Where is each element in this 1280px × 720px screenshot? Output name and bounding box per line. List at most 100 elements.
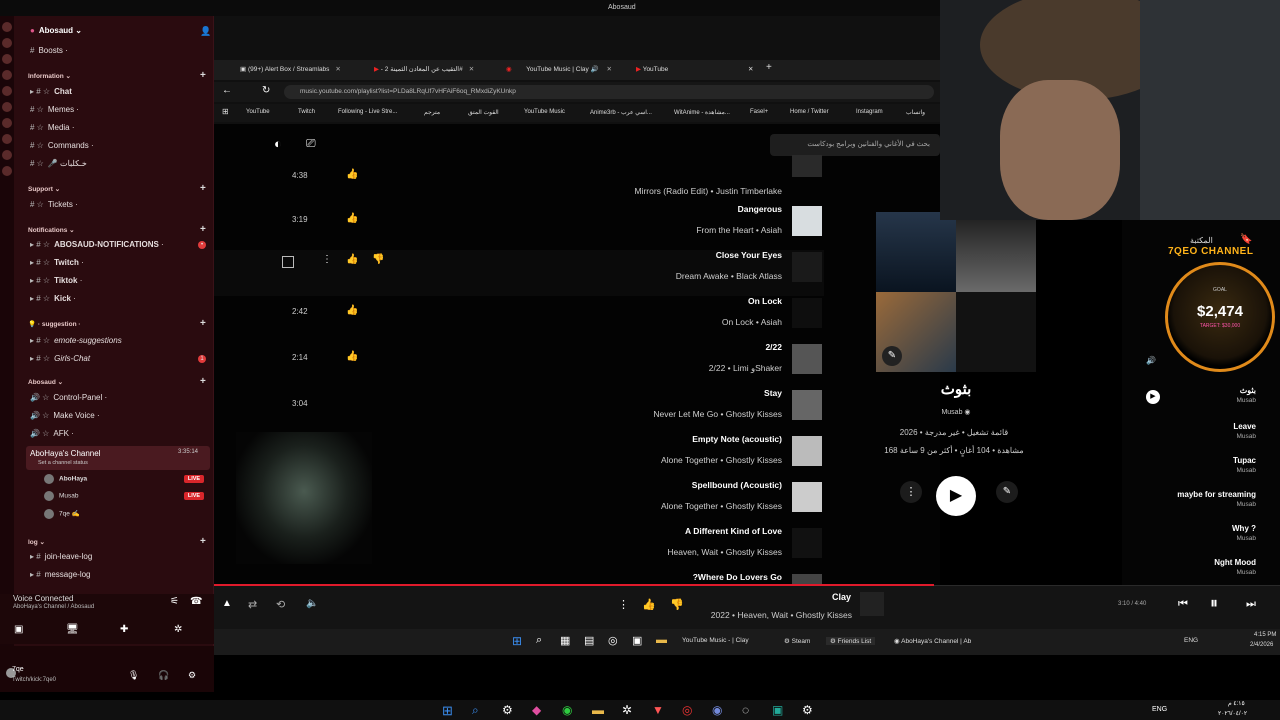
store-icon[interactable]: ▤ xyxy=(584,634,594,647)
previous-icon[interactable]: ⏮ xyxy=(1178,598,1188,611)
track-row-hovered[interactable]: ⋮ 👍 👎 Close Your Eyes Dream Awake • Blac… xyxy=(214,250,824,296)
server-icon[interactable] xyxy=(2,102,12,112)
bookmark[interactable]: Home / Twitter xyxy=(790,109,829,115)
bookmark[interactable]: Instagram xyxy=(856,109,883,115)
server-icon[interactable] xyxy=(2,38,12,48)
library-item[interactable]: Tupac Musab xyxy=(1233,456,1256,474)
shuffle-icon[interactable]: ⇄ xyxy=(248,598,257,611)
mic-icon[interactable]: 🎙 xyxy=(128,670,139,681)
new-tab-icon[interactable]: + xyxy=(766,62,772,73)
category-log[interactable]: log ⌄ + xyxy=(28,536,206,547)
track-row[interactable]: 2:42 👍 On Lock On Lock • Asiah xyxy=(214,296,824,342)
voice-user[interactable]: 7qe ✍ xyxy=(44,509,80,519)
cast-icon[interactable]: ⎚ xyxy=(306,136,316,151)
play-icon[interactable]: ▶ xyxy=(1146,390,1160,404)
app-icon[interactable]: ✲ xyxy=(622,703,632,717)
edit-icon[interactable]: ✎ xyxy=(996,481,1018,503)
bookmark[interactable]: YouTube Music xyxy=(524,109,565,115)
track-title[interactable]: A Different Kind of Love xyxy=(685,526,782,536)
category-abosaud[interactable]: Abosaud ⌄ + xyxy=(28,376,206,387)
voice-user[interactable]: AboHaya xyxy=(44,474,87,484)
like-icon[interactable]: 👍 xyxy=(346,351,358,362)
server-icon[interactable] xyxy=(2,118,12,128)
track-title[interactable]: Empty Note (acoustic) xyxy=(692,434,782,444)
tab-streamlabs[interactable]: ▣ (99+) Alert Box / Streamlabs ✕ xyxy=(240,65,341,73)
like-icon[interactable]: 👍 xyxy=(346,254,358,265)
category-support[interactable]: Support ⌄ + xyxy=(28,183,206,194)
channel-commands[interactable]: # ☆ Commands · xyxy=(30,141,94,150)
folder-icon[interactable]: ▬ xyxy=(656,634,667,646)
more-icon[interactable]: ⋮ xyxy=(900,481,922,503)
channel-boosts[interactable]: # Boosts · xyxy=(30,46,68,55)
activities-icon[interactable]: ✚ xyxy=(120,624,128,635)
channel-message-log[interactable]: ▸ # message-log xyxy=(30,570,91,579)
url-input[interactable]: music.youtube.com/playlist?list=PLDa8LRq… xyxy=(284,85,934,99)
dislike-icon[interactable]: 👎 xyxy=(372,254,384,265)
headphones-icon[interactable]: 🎧 xyxy=(158,670,169,681)
chrome-icon[interactable]: ◎ xyxy=(682,703,692,717)
library-item[interactable]: maybe for streaming Musab xyxy=(1177,490,1256,508)
channel-emote-suggestions[interactable]: ▸ # ☆ emote-suggestions xyxy=(30,336,122,345)
track-row[interactable]: 2:14 👍 2/22 2/22 • Limi وShaker xyxy=(214,342,824,388)
channel-kick[interactable]: ▸ # ☆ Kick · xyxy=(30,294,76,303)
voice-channel-active[interactable]: AboHaya's Channel 3:35:14 Set a channel … xyxy=(26,446,210,470)
repeat-icon[interactable]: ⟲ xyxy=(276,598,285,611)
folder-icon[interactable]: ▬ xyxy=(592,703,604,717)
search-input[interactable]: بحث في الأغاني والفنانين وبرامج بودكاست xyxy=(770,134,940,156)
server-icon[interactable] xyxy=(2,150,12,160)
server-icon[interactable] xyxy=(2,22,12,32)
xbox-icon[interactable]: ▣ xyxy=(632,634,642,647)
start-icon[interactable]: ⊞ xyxy=(442,703,453,719)
channel-join-leave-log[interactable]: ▸ # join-leave-log xyxy=(30,552,92,561)
play-icon[interactable] xyxy=(792,252,822,282)
bookmark[interactable]: Twitch xyxy=(298,109,315,115)
track-row[interactable]: 3:04 Stay Never Let Me Go • Ghostly Kiss… xyxy=(214,388,824,434)
tab-youtube-music[interactable]: ◉ YouTube Music | Clay 🔊 ✕ xyxy=(506,65,612,73)
screen-share-icon[interactable]: 🖥 xyxy=(66,624,79,635)
back-icon[interactable]: ← xyxy=(222,85,232,96)
more-icon[interactable]: ⋮ xyxy=(322,254,332,265)
channel-abosaud-notifications[interactable]: ▸ # ☆ ABOSAUD-NOTIFICATIONS · • xyxy=(30,240,206,249)
now-playing-title[interactable]: Clay xyxy=(832,592,851,602)
server-icon[interactable] xyxy=(2,70,12,80)
channel-make-voice[interactable]: 🔊 ☆ Make Voice · xyxy=(30,411,100,420)
tab-arabic-video[interactable]: ▶ - التقيب عن المعادن الثمينة 2# ✕ xyxy=(374,65,474,73)
bookmark[interactable]: القوت المتق xyxy=(468,109,499,116)
app-icon[interactable]: ◉ xyxy=(562,703,572,717)
channel-afk[interactable]: 🔊 ☆ AFK · xyxy=(30,429,74,438)
clock-date[interactable]: ٢٠٢٦/٠٤/٠٢ xyxy=(1218,710,1247,717)
progress-bar[interactable] xyxy=(214,584,934,586)
track-title[interactable]: Spellbound (Acoustic) xyxy=(692,480,782,490)
disconnect-icon[interactable]: ☎ xyxy=(190,596,202,607)
widgets-icon[interactable]: ▦ xyxy=(560,634,570,647)
chrome-icon[interactable]: ◎ xyxy=(608,634,618,647)
library-item[interactable]: بثوث Musab xyxy=(1236,386,1256,404)
channel-chat[interactable]: ▸ # ☆ Chat xyxy=(30,87,72,96)
channel-tiktok[interactable]: ▸ # ☆ Tiktok · xyxy=(30,276,82,285)
server-icon[interactable] xyxy=(2,166,12,176)
server-name[interactable]: ● Abosaud ⌄ xyxy=(30,26,82,35)
volume-icon[interactable]: 🔈 xyxy=(306,598,318,609)
track-row[interactable]: 3:19 👍 Dangerous From the Heart • Asiah xyxy=(214,204,824,250)
library-item[interactable]: Nght Mood Musab xyxy=(1214,558,1256,576)
search-icon[interactable]: ⌕ xyxy=(536,634,542,647)
voice-status[interactable]: Set a channel status xyxy=(38,460,88,466)
server-icon[interactable] xyxy=(2,54,12,64)
clock-time[interactable]: 4:15 PM xyxy=(1254,632,1276,638)
bookmark-icon[interactable]: 🔖 xyxy=(1240,234,1252,245)
track-title[interactable]: Stay xyxy=(764,388,782,398)
language-indicator[interactable]: ENG xyxy=(1152,706,1167,713)
soundboard-icon[interactable]: ✲ xyxy=(174,624,182,635)
library-item[interactable]: Leave Musab xyxy=(1233,422,1256,440)
settings-icon[interactable]: ⚙ xyxy=(188,670,196,681)
track-title[interactable]: Close Your Eyes xyxy=(716,250,782,260)
channel-girls-chat[interactable]: ▸ # ☆ Girls-Chat 1 xyxy=(30,354,206,363)
channel-media[interactable]: # ☆ Media · xyxy=(30,123,75,132)
dislike-icon[interactable]: 👎 xyxy=(670,598,684,611)
bookmark[interactable]: واتساب xyxy=(906,109,925,116)
brave-icon[interactable]: ▼ xyxy=(652,703,664,717)
taskbar-app-friends[interactable]: ⚙ Friends List xyxy=(826,637,876,645)
playlist-owner[interactable]: Musab ◉ xyxy=(876,408,1036,416)
edit-icon[interactable]: ✎ xyxy=(882,346,902,366)
taskbar-app-discord[interactable]: ◉ AboHaya's Channel | Ab xyxy=(894,637,971,645)
